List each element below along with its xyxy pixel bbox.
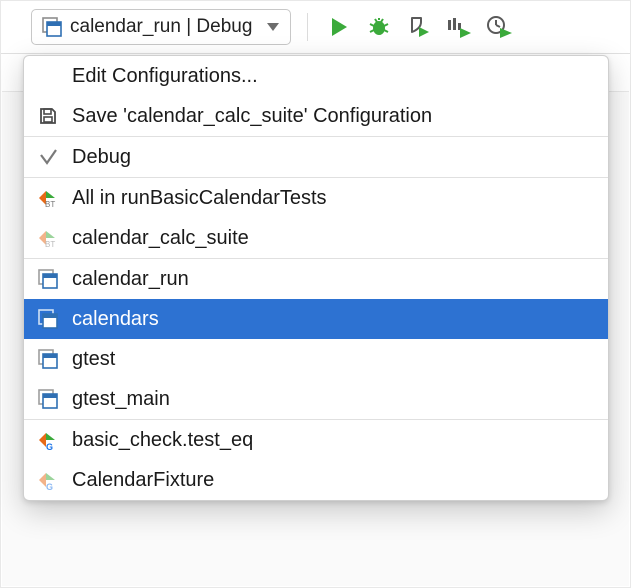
- application-icon: [42, 17, 62, 37]
- menu-label: calendar_calc_suite: [72, 227, 249, 250]
- menu-label: basic_check.test_eq: [72, 429, 253, 452]
- menu-label: calendars: [72, 308, 159, 331]
- menu-config-app[interactable]: gtest_main: [24, 379, 608, 419]
- svg-text:BT: BT: [45, 240, 55, 248]
- menu-label: gtest: [72, 348, 115, 371]
- debug-button[interactable]: [364, 12, 394, 42]
- menu-config-boost-all[interactable]: BT All in runBasicCalendarTests: [24, 178, 608, 218]
- toolbar: calendar_run | Debug: [1, 1, 630, 54]
- check-icon: [36, 147, 60, 167]
- menu-config-gtest[interactable]: G basic_check.test_eq: [24, 420, 608, 460]
- menu-config-gtest[interactable]: G CalendarFixture: [24, 460, 608, 500]
- menu-config-app[interactable]: calendars: [24, 299, 608, 339]
- menu-label: Edit Configurations...: [72, 65, 258, 88]
- application-icon: [36, 349, 60, 369]
- application-icon: [36, 269, 60, 289]
- menu-label: Debug: [72, 146, 131, 169]
- application-icon: [36, 309, 60, 329]
- gtest-icon: G: [36, 430, 60, 450]
- run-config-label: calendar_run | Debug: [70, 16, 252, 38]
- menu-label: gtest_main: [72, 388, 170, 411]
- run-config-dropdown: Edit Configurations... Save 'calendar_ca…: [23, 55, 609, 501]
- menu-config-app[interactable]: gtest: [24, 339, 608, 379]
- menu-profile-debug[interactable]: Debug: [24, 137, 608, 177]
- chevron-down-icon: [266, 22, 280, 32]
- toolbar-divider: [307, 13, 308, 41]
- svg-text:G: G: [46, 482, 53, 490]
- run-button[interactable]: [324, 12, 354, 42]
- menu-label: CalendarFixture: [72, 469, 214, 492]
- gtest-icon: G: [36, 470, 60, 490]
- coverage-button[interactable]: [404, 12, 434, 42]
- valgrind-button[interactable]: [484, 12, 514, 42]
- save-icon: [36, 106, 60, 126]
- boost-test-icon: BT: [36, 228, 60, 248]
- menu-label: calendar_run: [72, 268, 189, 291]
- boost-test-icon: BT: [36, 188, 60, 208]
- menu-config-boost-suite[interactable]: BT calendar_calc_suite: [24, 218, 608, 258]
- menu-save-configuration[interactable]: Save 'calendar_calc_suite' Configuration: [24, 96, 608, 136]
- svg-text:BT: BT: [45, 200, 55, 208]
- run-configuration-selector[interactable]: calendar_run | Debug: [31, 9, 291, 45]
- menu-label: All in runBasicCalendarTests: [72, 187, 327, 210]
- svg-text:G: G: [46, 442, 53, 450]
- application-icon: [36, 389, 60, 409]
- profile-button[interactable]: [444, 12, 474, 42]
- menu-config-app[interactable]: calendar_run: [24, 259, 608, 299]
- menu-edit-configurations[interactable]: Edit Configurations...: [24, 56, 608, 96]
- menu-label: Save 'calendar_calc_suite' Configuration: [72, 105, 432, 128]
